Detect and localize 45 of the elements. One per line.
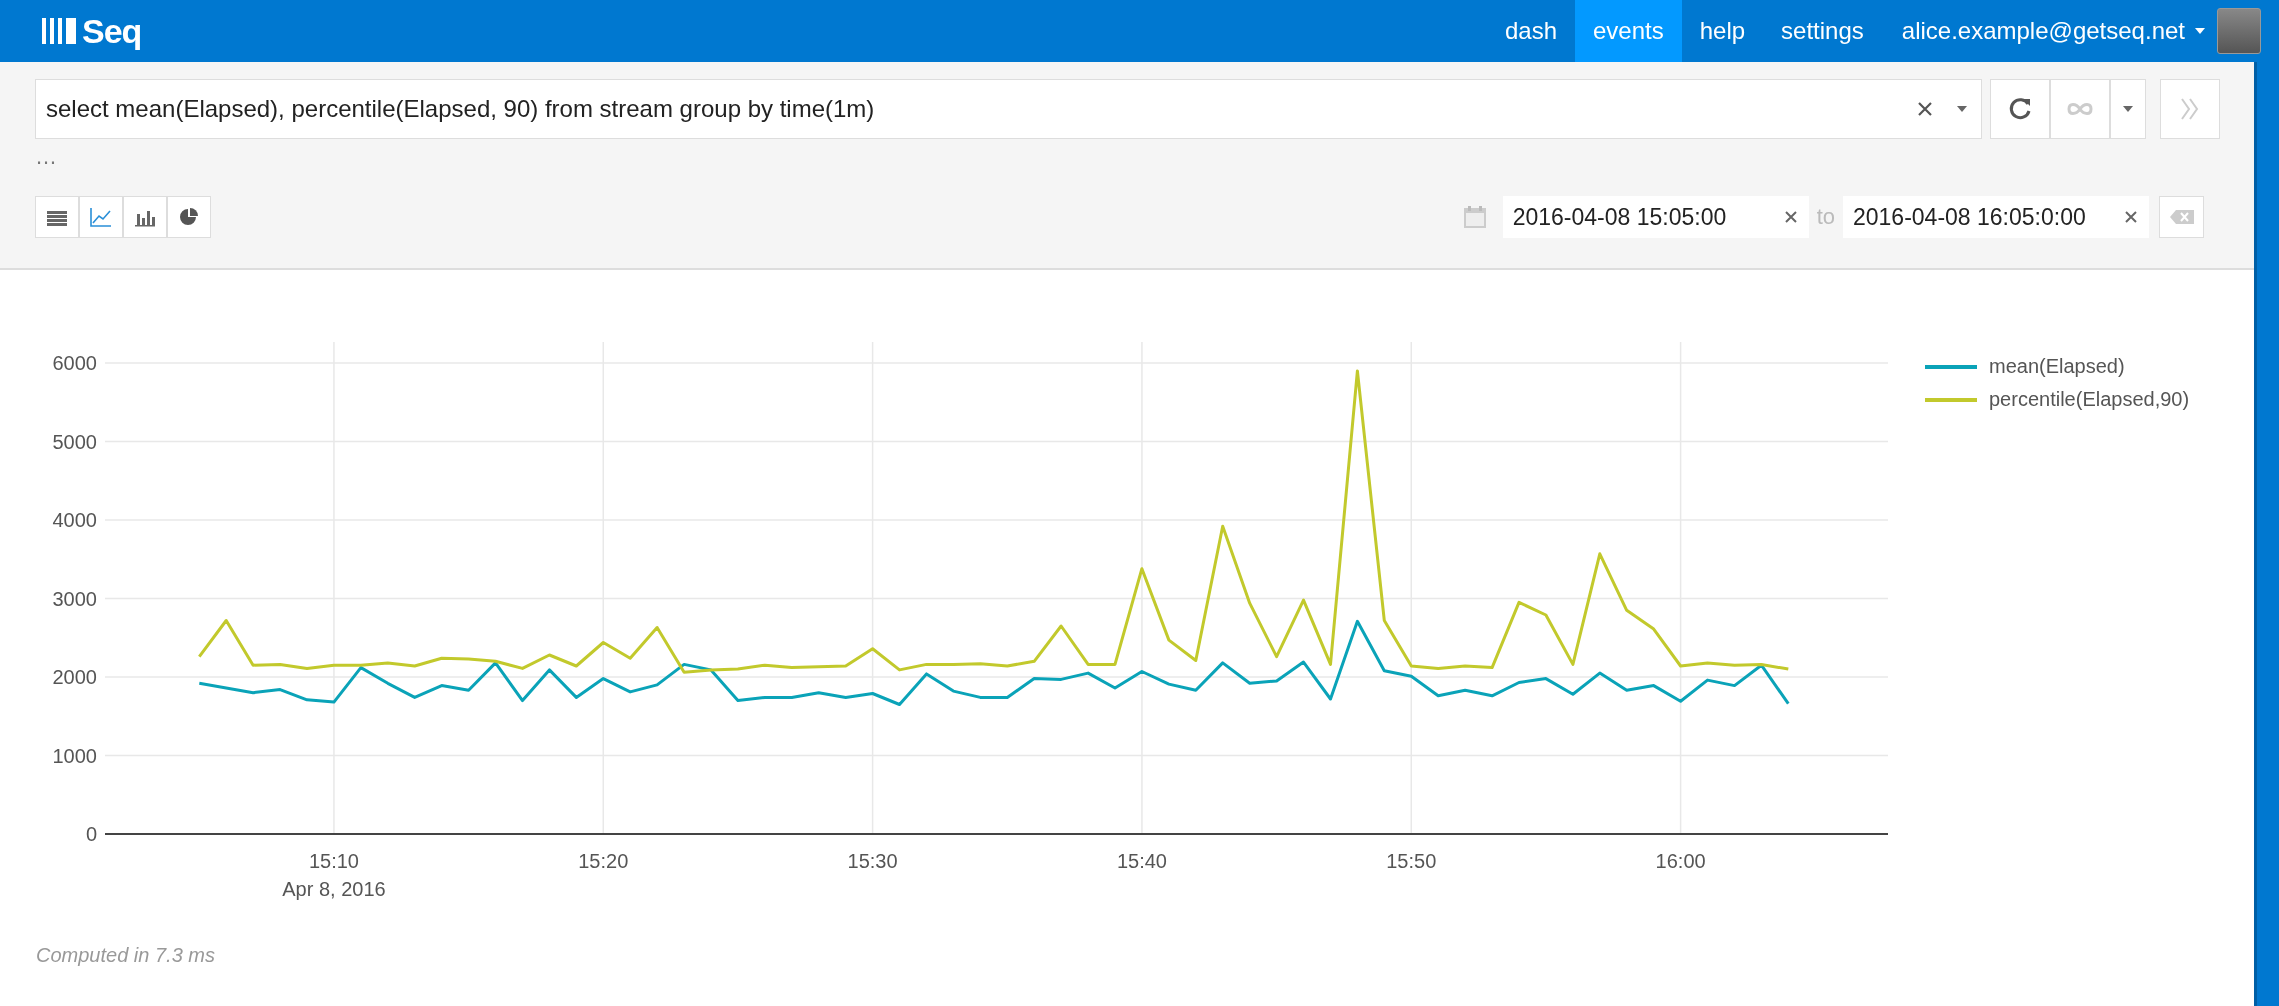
pie-chart-icon[interactable]	[178, 207, 200, 227]
status-text: Computed in 7.3 ms	[36, 944, 216, 967]
avatar-icon[interactable]	[2217, 8, 2261, 54]
y-tick-label: 5000	[52, 430, 97, 453]
refresh-icon[interactable]	[2007, 96, 2033, 122]
bar-view-button[interactable]	[123, 196, 167, 238]
legend-label: percentile(Elapsed,90)	[1989, 388, 2190, 411]
table-view-button[interactable]	[35, 196, 79, 238]
y-tick-label: 3000	[52, 587, 97, 610]
query-field[interactable]: select mean(Elapsed), percentile(Elapsed, 90) from stream group by time(1m)	[35, 79, 1982, 139]
user-menu[interactable]: alice.example@getseq.net	[1901, 17, 2185, 45]
x-tick-label: 15:40	[1116, 850, 1167, 872]
logo-text: Seq	[82, 11, 142, 51]
refresh-button[interactable]	[1990, 79, 2050, 139]
clear-icon[interactable]	[1917, 101, 1933, 117]
logo-bars-icon	[42, 18, 76, 44]
line-chart-icon[interactable]	[90, 207, 112, 227]
nav-link[interactable]: events	[1575, 0, 1682, 62]
y-tick-label: 0	[85, 823, 97, 845]
legend-label: mean(Elapsed)	[1989, 355, 2125, 378]
x-tick-label: 15:50	[1386, 850, 1437, 872]
y-tick-label: 4000	[52, 509, 97, 531]
caret-icon[interactable]	[2123, 106, 2133, 112]
pie-view-button[interactable]	[167, 196, 211, 238]
to-label: to	[1816, 204, 1835, 230]
more-text[interactable]: …	[35, 144, 2254, 174]
scrollbar[interactable]	[2254, 62, 2279, 1006]
x-tick-label: 15:10	[308, 850, 359, 872]
y-tick-label: 6000	[52, 352, 97, 374]
nav-link[interactable]: settings	[1763, 0, 1882, 62]
x-tick-label: 15:30	[847, 850, 898, 872]
caret-icon[interactable]	[1957, 106, 1967, 112]
to-date-field[interactable]: 2016-04-08 16:05:0:00	[1843, 196, 2149, 238]
nav-link[interactable]: dash	[1486, 0, 1575, 62]
caret-icon[interactable]	[2195, 28, 2205, 34]
date-label: Apr 8, 2016	[282, 878, 386, 900]
x-tick-label: 15:20	[578, 850, 629, 872]
line-view-button[interactable]	[79, 196, 123, 238]
clear-icon[interactable]	[1784, 211, 1797, 223]
x-tick-label: 16:00	[1655, 850, 1706, 872]
y-tick-label: 2000	[52, 666, 97, 688]
nav-link[interactable]: help	[1681, 0, 1764, 62]
from-date-field[interactable]: 2016-04-08 15:05:00	[1502, 196, 1809, 238]
y-tick-label: 1000	[52, 744, 97, 767]
clear-icon[interactable]	[2125, 211, 2137, 223]
